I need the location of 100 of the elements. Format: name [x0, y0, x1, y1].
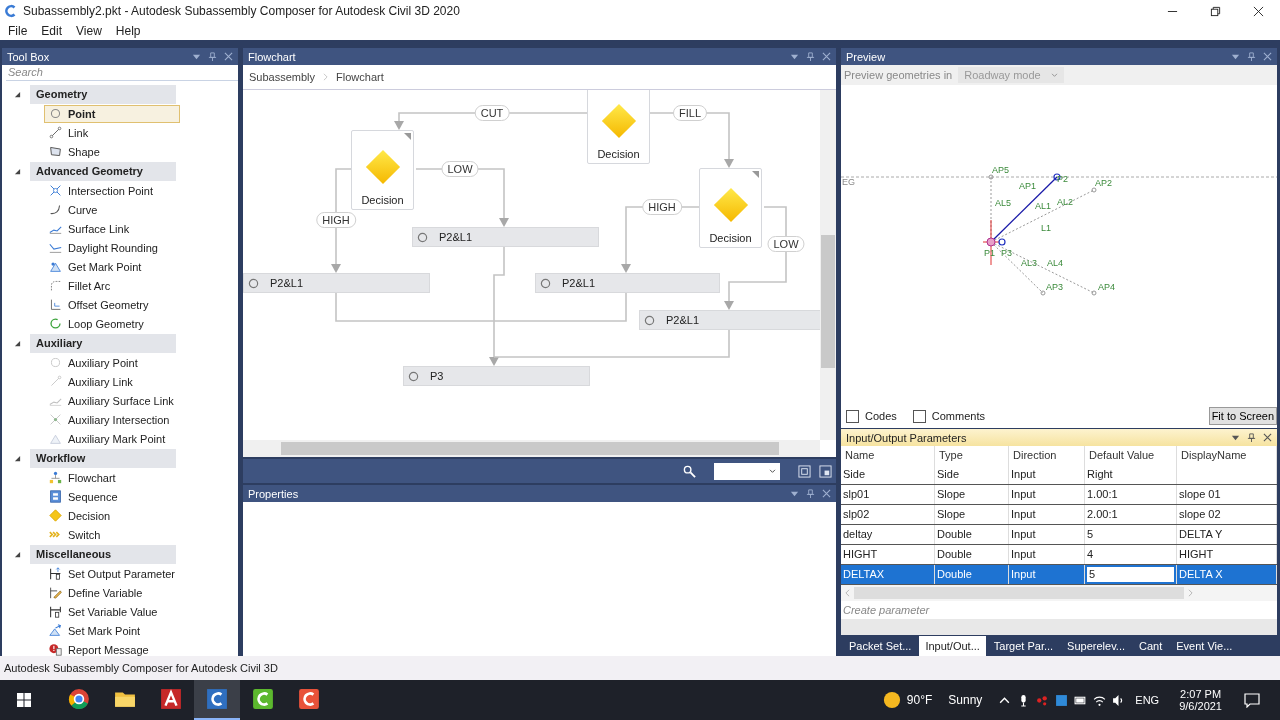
temperature-text[interactable]: 90°F [906, 693, 933, 707]
toolbox-item[interactable]: Surface Link [44, 219, 180, 238]
clock-time[interactable]: 2:07 PM [1180, 688, 1222, 700]
column-header[interactable]: Type [935, 446, 1009, 465]
decision-node[interactable]: Decision [587, 90, 650, 164]
pin-icon[interactable] [1247, 433, 1256, 442]
pin-icon[interactable] [806, 489, 815, 498]
panel-tab[interactable]: Input/Out... [919, 636, 986, 656]
group-header[interactable]: Advanced Geometry [30, 162, 176, 182]
toolbox-item[interactable]: Auxiliary Link [44, 372, 180, 391]
step-node[interactable]: P2&L1 [535, 273, 720, 293]
dropdown-icon[interactable] [1231, 52, 1240, 61]
step-node[interactable]: P2&L1 [243, 273, 430, 293]
dropdown-icon[interactable] [1231, 433, 1240, 442]
clock-date[interactable]: 9/6/2021 [1179, 700, 1222, 712]
value-field[interactable]: 5 [1087, 567, 1174, 582]
table-row[interactable]: slp01 Slope Input 1.00:1 slope 01 [841, 485, 1277, 505]
breadcrumb-link[interactable]: Flowchart [336, 71, 384, 83]
column-header[interactable]: DisplayName [1177, 446, 1277, 465]
toolbox-item[interactable]: Report Message [44, 640, 180, 656]
close-icon[interactable] [1253, 5, 1264, 17]
breadcrumb-link[interactable]: Subassembly [249, 71, 316, 83]
panel-tab[interactable]: Cant [1133, 636, 1169, 656]
zoom-dropdown[interactable] [714, 462, 780, 480]
panel-tab[interactable]: Superelev... [1061, 636, 1131, 656]
dropdown-icon[interactable] [790, 52, 799, 61]
group-header[interactable]: Auxiliary [30, 334, 176, 354]
toolbox-item[interactable]: Intersection Point [44, 181, 180, 200]
column-header[interactable]: Direction [1009, 446, 1085, 465]
menu-item[interactable]: Help [115, 24, 141, 38]
fit-to-screen-button[interactable]: Fit to Screen [1208, 407, 1277, 425]
start-icon[interactable] [16, 692, 32, 708]
toolbox-item[interactable]: Point [44, 104, 180, 123]
pin-icon[interactable] [208, 52, 217, 61]
toolbox-item[interactable]: Auxiliary Point [44, 353, 180, 372]
pin-icon[interactable] [806, 52, 815, 61]
wifi-icon[interactable] [1093, 693, 1107, 707]
step-node[interactable]: P2&L1 [412, 227, 599, 247]
toolbox-item[interactable]: Fillet Arc [44, 276, 180, 295]
toolbox-item[interactable]: Get Mark Point [44, 257, 180, 276]
pin-icon[interactable] [1247, 52, 1256, 61]
taskbar-app[interactable] [194, 680, 240, 720]
expanded-icon[interactable] [14, 168, 21, 176]
expanded-icon[interactable] [14, 340, 21, 348]
fit-icon[interactable] [798, 464, 811, 478]
decision-node[interactable]: Decision [351, 130, 414, 210]
menu-item[interactable]: File [8, 24, 28, 38]
panel-tab[interactable]: Event Vie... [1170, 636, 1239, 656]
panel-tab[interactable]: Target Par... [987, 636, 1060, 656]
menu-item[interactable]: View [76, 24, 102, 38]
toolbox-item[interactable]: Define Variable [44, 583, 180, 602]
toolbox-item[interactable]: Shape [44, 142, 180, 161]
column-header[interactable]: Default Value [1085, 446, 1177, 465]
step-node[interactable]: P3 [403, 366, 590, 386]
group-header[interactable]: Workflow [30, 449, 176, 469]
checkbox-label[interactable]: Comments [931, 410, 985, 422]
tray-app-icon[interactable] [1055, 693, 1069, 707]
language-text[interactable]: ENG [1135, 694, 1160, 706]
expanded-icon[interactable] [14, 455, 21, 463]
group-header[interactable]: Miscellaneous [30, 545, 176, 565]
column-header[interactable]: Name [841, 446, 935, 465]
group-header[interactable]: Geometry [30, 85, 176, 105]
toolbox-item[interactable]: Offset Geometry [44, 295, 180, 314]
sun-icon[interactable] [882, 691, 901, 709]
toolbox-item[interactable]: Sequence [44, 487, 180, 506]
table-row[interactable]: deltay Double Input 5 DELTA Y [841, 525, 1277, 545]
search-field[interactable]: Search [6, 65, 238, 81]
toolbox-item[interactable]: Decision [44, 506, 180, 525]
toolbox-item[interactable]: Set Mark Point [44, 621, 180, 640]
notification-icon[interactable] [1244, 692, 1260, 708]
menu-item[interactable]: Edit [41, 24, 63, 38]
expanded-icon[interactable] [14, 551, 21, 559]
toolbox-item[interactable]: Set Output Parameter [44, 564, 180, 583]
vertical-scrollbar[interactable] [820, 90, 836, 440]
toolbox-item[interactable]: Link [44, 123, 180, 142]
dropdown-icon[interactable] [790, 489, 799, 498]
toolbox-item[interactable]: Curve [44, 200, 180, 219]
panel-tab[interactable]: Packet Set... [843, 636, 918, 656]
decision-node[interactable]: Decision [699, 168, 762, 248]
step-node[interactable]: P2&L1 [639, 310, 820, 330]
restore-icon[interactable] [1210, 5, 1221, 17]
dropdown-icon[interactable] [192, 52, 201, 61]
checkbox[interactable] [912, 409, 926, 423]
search-icon[interactable] [683, 464, 696, 478]
checkbox[interactable] [846, 409, 859, 423]
checkbox-label[interactable]: Codes [865, 410, 897, 422]
overview-icon[interactable] [819, 464, 832, 478]
dots-icon[interactable] [1036, 693, 1050, 707]
horizontal-scrollbar[interactable] [243, 440, 820, 457]
table-row[interactable]: Side Side Input Right [841, 465, 1277, 485]
toolbox-item[interactable]: Auxiliary Intersection [44, 410, 180, 429]
table-row[interactable]: DELTAX Double Input 5 DELTA X [841, 565, 1277, 585]
toolbox-item[interactable]: Auxiliary Surface Link [44, 391, 180, 410]
toolbox-item[interactable]: Loop Geometry [44, 314, 180, 333]
toolbox-item[interactable]: Flowchart [44, 468, 180, 487]
toolbox-item[interactable]: Set Variable Value [44, 602, 180, 621]
close-icon[interactable] [1263, 433, 1272, 442]
table-row[interactable]: slp02 Slope Input 2.00:1 slope 02 [841, 505, 1277, 525]
toolbox-item[interactable]: Auxiliary Mark Point [44, 429, 180, 448]
toolbox-item[interactable]: Switch [44, 525, 180, 544]
